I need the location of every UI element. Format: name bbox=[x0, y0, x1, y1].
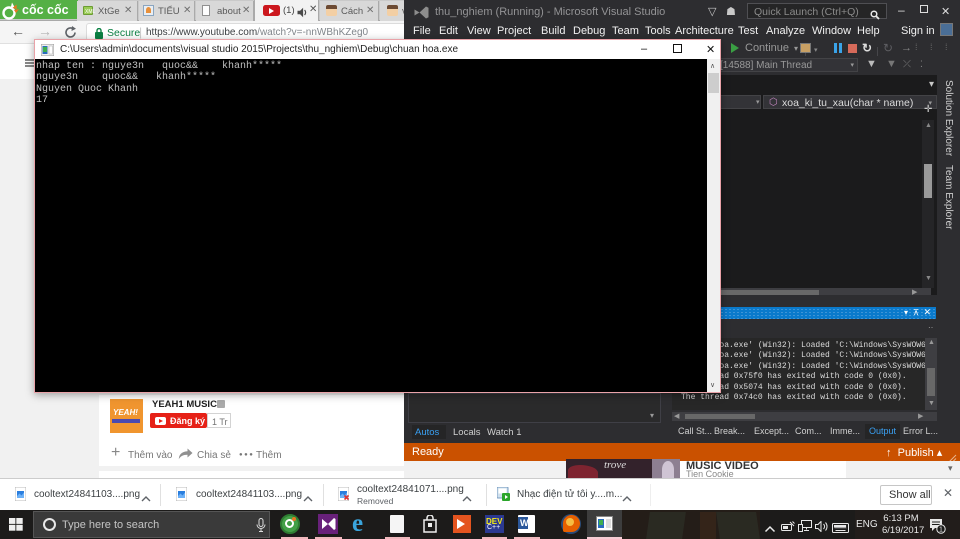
svg-text:1: 1 bbox=[939, 527, 943, 534]
